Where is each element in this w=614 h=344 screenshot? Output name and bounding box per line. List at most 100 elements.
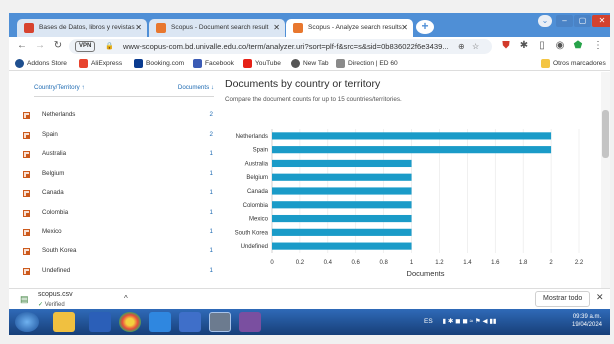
vpn-badge[interactable]: VPN (75, 41, 96, 52)
category-label: Belgium (246, 175, 268, 181)
aliexpress-icon (79, 59, 88, 68)
checkbox[interactable] (23, 248, 30, 255)
bookmark-facebook[interactable]: Facebook (193, 56, 234, 71)
tab-search-icon[interactable]: ⌄ (538, 15, 552, 27)
shield-extension-icon[interactable]: ⛊ (499, 39, 513, 53)
checkbox[interactable] (23, 171, 30, 178)
country-row[interactable]: Colombia 1 (23, 208, 213, 222)
country-row[interactable]: South Korea 1 (23, 246, 213, 260)
country-bar-chart: 0 0.2 0.4 0.6 0.8 1 1.2 1.4 1.6 1.8 2 2.2 Netherland… (235, 129, 584, 278)
reload-icon[interactable]: ↻ (51, 39, 65, 53)
back-arrow-icon[interactable]: ← (15, 39, 29, 53)
country-column-header[interactable]: Country/Territory ↑ (34, 84, 85, 91)
browser-toolbar: ← → ↻ VPN 🔒 www-scopus-com.bd.univalle.e… (9, 37, 610, 56)
media-player-icon[interactable] (179, 312, 201, 332)
checkbox[interactable] (23, 190, 30, 197)
country-row[interactable]: Belgium 1 (23, 169, 213, 183)
brave-browser-icon[interactable] (209, 312, 231, 332)
bar (272, 132, 552, 140)
bookmark-youtube[interactable]: YouTube (243, 56, 281, 71)
country-row[interactable]: Netherlands 2 (23, 110, 213, 124)
country-row[interactable]: Canada 1 (23, 188, 213, 202)
chart-title: Documents by country or territory (225, 78, 381, 90)
direction-icon (336, 59, 345, 68)
show-all-downloads-button[interactable]: Mostrar todo (535, 291, 591, 307)
zoom-icon[interactable]: ⊕ (458, 39, 465, 54)
bookmarks-bar: Addons Store AliExpress Booking.com Face… (9, 56, 610, 71)
bar (272, 228, 412, 236)
menu-kebab-icon[interactable]: ⋮ (591, 39, 605, 53)
favicon-icon (24, 23, 34, 33)
tab-analyze-results[interactable]: Scopus - Analyze search results ✕ (286, 19, 413, 37)
lock-icon[interactable]: 🔒 (105, 39, 114, 54)
bar (272, 201, 412, 209)
download-options-chevron-icon[interactable]: ^ (124, 294, 128, 303)
language-indicator[interactable]: ES (424, 318, 433, 325)
close-window-button[interactable]: ✕ (592, 15, 610, 27)
internet-explorer-icon[interactable] (149, 312, 171, 332)
bookmark-booking[interactable]: Booking.com (134, 56, 184, 71)
taskbar-clock[interactable]: 09:39 a.m. 19/04/2024 (564, 313, 610, 329)
minimize-button[interactable]: – (556, 15, 573, 27)
category-label: Undefined (241, 244, 268, 250)
close-tab-icon[interactable]: ✕ (135, 19, 142, 36)
close-tab-icon[interactable]: ✕ (401, 19, 408, 36)
tab-databases[interactable]: Bases de Datos, libros y revistas ✕ (17, 19, 147, 37)
sidebar-panel-icon[interactable]: ▯ (535, 39, 549, 53)
bar (272, 146, 552, 154)
scopus-favicon-icon (293, 23, 303, 33)
checkbox[interactable] (23, 151, 30, 158)
profile-icon[interactable]: ◉ (553, 39, 567, 53)
country-row[interactable]: Australia 1 (23, 149, 213, 163)
globe-icon (291, 59, 300, 68)
vpn-shield-icon[interactable]: ⬟ (571, 39, 585, 53)
windows-taskbar: ES ▮ ✱ ◼ ◼ ≈ ⚑ ◀ ▮▮ 09:39 a.m. 19/04/202… (9, 309, 610, 335)
address-bar[interactable]: VPN 🔒 www-scopus-com.bd.univalle.edu.co/… (69, 39, 492, 54)
country-row[interactable]: Spain 2 (23, 130, 213, 144)
checkbox[interactable] (23, 229, 30, 236)
tab-document-search[interactable]: Scopus - Document search result ✕ (149, 19, 285, 37)
csv-file-icon: ▤ (20, 294, 29, 304)
forward-arrow-icon[interactable]: → (33, 39, 47, 53)
bookmark-other-folder[interactable]: Otros marcadores (541, 56, 606, 71)
checkbox[interactable] (23, 210, 30, 217)
tab-title: Scopus - Analyze search results (308, 24, 402, 31)
x-tick-label: 0.8 (379, 260, 388, 266)
app-icon[interactable] (239, 312, 261, 332)
chrome-icon[interactable] (119, 312, 141, 332)
word-icon[interactable] (89, 312, 111, 332)
bookmark-direction[interactable]: Direction | ED 60 (336, 56, 398, 71)
close-download-bar-icon[interactable]: ✕ (596, 292, 604, 303)
puzzle-extensions-icon[interactable]: ✱ (517, 39, 531, 53)
page-scrollbar[interactable] (601, 72, 610, 288)
category-label: Spain (253, 148, 268, 154)
bar (272, 173, 412, 181)
bookmark-star-icon[interactable]: ☆ (472, 39, 479, 54)
chart-subtitle: Compare the document counts for up to 15… (225, 96, 402, 103)
file-explorer-icon[interactable] (53, 312, 75, 332)
url-text[interactable]: www-scopus-com.bd.univalle.edu.co/term/a… (123, 39, 449, 54)
checkbox[interactable] (23, 132, 30, 139)
checkbox[interactable] (23, 112, 30, 119)
scopus-favicon-icon (156, 23, 166, 33)
checkbox[interactable] (23, 268, 30, 275)
country-row[interactable]: Mexico 1 (23, 227, 213, 241)
maximize-button[interactable]: ▢ (574, 15, 591, 27)
country-row[interactable]: Undefined 1 (23, 266, 213, 280)
start-button-icon[interactable] (15, 312, 39, 332)
close-tab-icon[interactable]: ✕ (273, 19, 280, 36)
bar (272, 159, 412, 168)
youtube-icon (243, 59, 252, 68)
x-tick-label: 0.2 (296, 260, 305, 266)
scrollbar-thumb[interactable] (602, 110, 609, 158)
category-label: Australia (245, 161, 269, 167)
new-tab-button[interactable]: + (416, 20, 434, 34)
bookmark-addons-store[interactable]: Addons Store (15, 56, 67, 71)
bookmark-new-tab[interactable]: New Tab (291, 56, 329, 71)
download-bar: ▤ scopus.csv ✓ Verified ^ Mostrar todo ✕ (9, 288, 610, 309)
tray-icons[interactable]: ▮ ✱ ◼ ◼ ≈ ⚑ ◀ ▮▮ (442, 318, 496, 325)
bookmark-aliexpress[interactable]: AliExpress (79, 56, 122, 71)
download-filename[interactable]: scopus.csv (38, 291, 73, 298)
documents-column-header[interactable]: Documents ↓ (178, 84, 214, 91)
page-content: Country/Territory ↑ Documents ↓ Netherla… (9, 72, 610, 288)
